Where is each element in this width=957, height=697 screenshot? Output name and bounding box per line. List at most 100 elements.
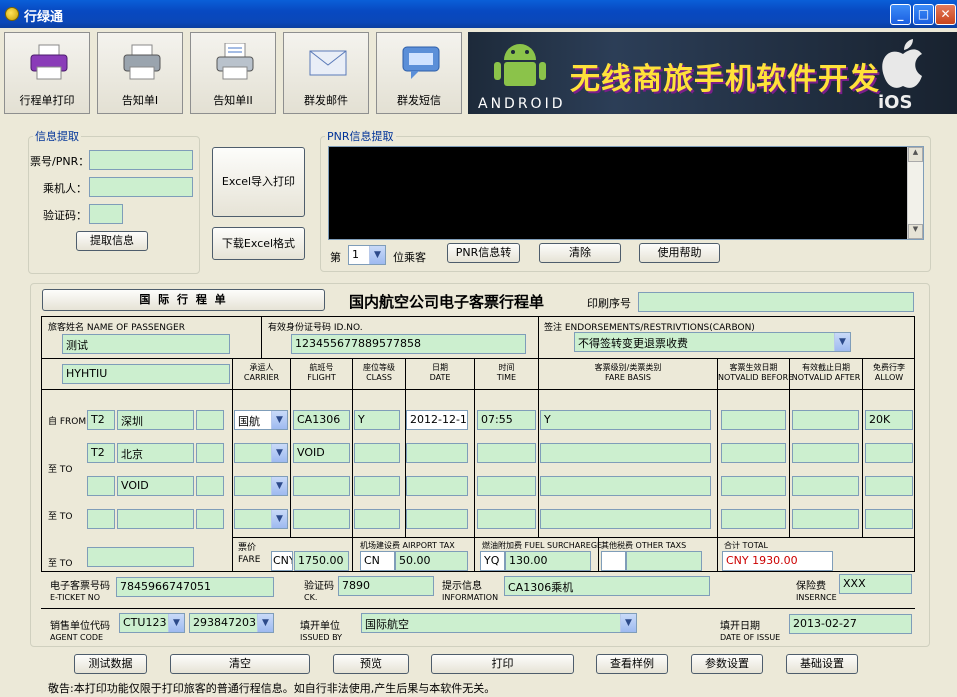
ck-input[interactable]: 7890 [338, 576, 434, 596]
scroll-up-icon[interactable]: ▲ [908, 147, 923, 162]
clear-all-button[interactable]: 清空 [170, 654, 310, 674]
passenger-name-input[interactable]: 测试 [62, 334, 230, 354]
information-input[interactable]: CA1306乘机 [504, 576, 710, 596]
seg4-not-before-input[interactable] [721, 509, 786, 529]
seg4-date-input[interactable] [406, 509, 468, 529]
view-sample-button[interactable]: 查看样例 [596, 654, 668, 674]
minimize-button[interactable]: _ [890, 4, 911, 25]
seg3-not-before-input[interactable] [721, 476, 786, 496]
parameter-settings-button[interactable]: 参数设置 [691, 654, 763, 674]
seg3-carrier-select[interactable]: ▼ [234, 476, 288, 496]
seg5-city-input[interactable] [87, 547, 194, 567]
seg3-class-input[interactable] [354, 476, 400, 496]
seg3-terminal-input[interactable] [87, 476, 115, 496]
fare-value-input[interactable]: 1750.00 [294, 551, 349, 571]
other-tax-value-input[interactable] [626, 551, 702, 571]
print-button[interactable]: 打印 [431, 654, 574, 674]
seg1-terminal-input[interactable]: T2 [87, 410, 115, 430]
seg2-extra-input[interactable] [196, 443, 224, 463]
pnr-convert-button[interactable]: PNR信息转 [447, 243, 520, 263]
download-excel-template-button[interactable]: 下载Excel格式 [212, 227, 305, 260]
seg2-not-before-input[interactable] [721, 443, 786, 463]
seg4-allow-input[interactable] [865, 509, 913, 529]
clear-pnr-button[interactable]: 清除 [539, 243, 621, 263]
seg2-fare-basis-input[interactable] [540, 443, 711, 463]
fuel-code-input[interactable]: YQ [480, 551, 505, 571]
seg3-not-after-input[interactable] [792, 476, 859, 496]
seg3-extra-input[interactable] [196, 476, 224, 496]
basic-settings-button[interactable]: 基础设置 [786, 654, 858, 674]
preview-button[interactable]: 预览 [333, 654, 409, 674]
seg4-not-after-input[interactable] [792, 509, 859, 529]
endorse-select[interactable]: 不得签转变更退票收费 ▼ [574, 332, 851, 352]
seg3-city-input[interactable]: VOID [117, 476, 194, 496]
itinerary-print-button[interactable]: 行程单打印 [4, 32, 90, 114]
seg1-class-input[interactable]: Y [354, 410, 400, 430]
seg1-not-after-input[interactable] [792, 410, 859, 430]
captcha-input[interactable] [89, 204, 123, 224]
test-data-button[interactable]: 测试数据 [74, 654, 147, 674]
close-button[interactable]: ✕ [935, 4, 956, 25]
seg3-allow-input[interactable] [865, 476, 913, 496]
seg2-terminal-input[interactable]: T2 [87, 443, 115, 463]
seg4-time-input[interactable] [477, 509, 536, 529]
eticket-input[interactable]: 7845966747051 [116, 577, 274, 597]
issued-by-select[interactable]: 国际航空 ▼ [361, 613, 637, 633]
seg3-date-input[interactable] [406, 476, 468, 496]
ad-banner[interactable]: ANDROID 无线商旅手机软件开发 iOS [468, 32, 957, 114]
seg4-extra-input[interactable] [196, 509, 224, 529]
insurance-input[interactable]: XXX [839, 574, 912, 594]
seg4-fare-basis-input[interactable] [540, 509, 711, 529]
pnr-code-input[interactable]: HYHTIU [62, 364, 230, 384]
seg4-terminal-input[interactable] [87, 509, 115, 529]
fuel-value-input[interactable]: 130.00 [505, 551, 591, 571]
seg1-flight-input[interactable]: CA1306 [293, 410, 350, 430]
seg2-date-input[interactable] [406, 443, 468, 463]
help-button[interactable]: 使用帮助 [639, 243, 720, 263]
airport-tax-code-input[interactable]: CN [360, 551, 395, 571]
other-tax-code-input[interactable] [601, 551, 626, 571]
seg3-time-input[interactable] [477, 476, 536, 496]
excel-import-print-button[interactable]: Excel导入打印 [212, 147, 305, 217]
ticket-pnr-input[interactable] [89, 150, 193, 170]
seg4-class-input[interactable] [354, 509, 400, 529]
seg3-flight-input[interactable] [293, 476, 350, 496]
pnr-scrollbar[interactable]: ▲ ▼ [907, 147, 923, 239]
notice-2-button[interactable]: 告知单II [190, 32, 276, 114]
pnr-textarea[interactable]: ▲ ▼ [328, 146, 924, 240]
seg1-not-before-input[interactable] [721, 410, 786, 430]
bulk-sms-button[interactable]: 群发短信 [376, 32, 462, 114]
seg1-allow-input[interactable]: 20K [865, 410, 913, 430]
seg1-city-input[interactable]: 深圳 [117, 410, 194, 430]
print-no-input[interactable] [638, 292, 914, 312]
seg2-time-input[interactable] [477, 443, 536, 463]
seg2-flight-input[interactable]: VOID [293, 443, 350, 463]
bulk-email-button[interactable]: 群发邮件 [283, 32, 369, 114]
seg1-carrier-select[interactable]: 国航 ▼ [234, 410, 288, 430]
issue-date-input[interactable]: 2013-02-27 [789, 614, 912, 634]
maximize-button[interactable]: □ [913, 4, 934, 25]
seg1-extra-input[interactable] [196, 410, 224, 430]
seg1-time-input[interactable]: 07:55 [477, 410, 536, 430]
id-input[interactable]: 123455677889577858 [291, 334, 526, 354]
intl-itinerary-button[interactable]: 国 际 行 程 单 [42, 289, 325, 311]
passenger-input[interactable] [89, 177, 193, 197]
seg1-fare-basis-input[interactable]: Y [540, 410, 711, 430]
seg1-date-input[interactable]: 2012-12-1: [406, 410, 468, 430]
seg2-class-input[interactable] [354, 443, 400, 463]
seg2-allow-input[interactable] [865, 443, 913, 463]
seg4-carrier-select[interactable]: ▼ [234, 509, 288, 529]
scroll-down-icon[interactable]: ▼ [908, 224, 923, 239]
extract-info-button[interactable]: 提取信息 [76, 231, 148, 251]
total-value-input[interactable]: CNY 1930.00 [722, 551, 833, 571]
passenger-seq-select[interactable]: 1 ▼ [348, 245, 386, 265]
fare-currency-input[interactable]: CNY [271, 551, 293, 571]
seg2-carrier-select[interactable]: ▼ [234, 443, 288, 463]
seg4-flight-input[interactable] [293, 509, 350, 529]
seg2-not-after-input[interactable] [792, 443, 859, 463]
seg3-fare-basis-input[interactable] [540, 476, 711, 496]
airport-tax-value-input[interactable]: 50.00 [395, 551, 468, 571]
agent-code-select[interactable]: CTU123 ▼ [119, 613, 185, 633]
seg4-city-input[interactable] [117, 509, 194, 529]
agent-no-select[interactable]: 293847203 ▼ [189, 613, 274, 633]
